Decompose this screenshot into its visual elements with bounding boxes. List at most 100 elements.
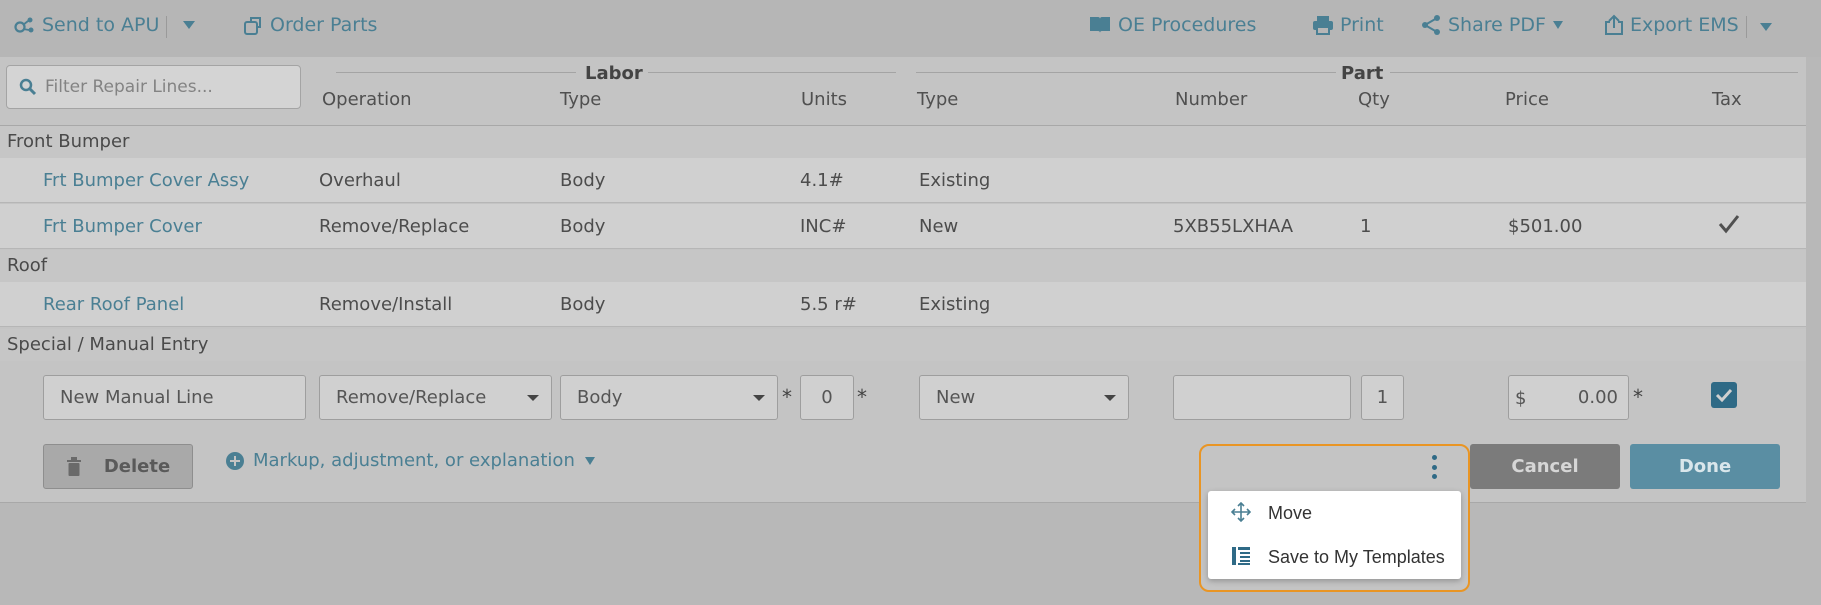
share-pdf-label: Share PDF (1448, 14, 1546, 36)
markup-label: Markup, adjustment, or explanation (253, 450, 575, 471)
done-button[interactable]: Done (1630, 444, 1780, 489)
export-ems-button[interactable]: Export EMS (1604, 14, 1739, 36)
column-header-units[interactable]: Units (801, 89, 847, 110)
table-row[interactable]: Rear Roof Panel Remove/Install Body 5.5 … (0, 282, 1806, 327)
search-icon (19, 78, 37, 96)
plus-circle-icon (226, 451, 244, 470)
print-button[interactable]: Print (1312, 14, 1384, 36)
section-title: Special / Manual Entry (7, 334, 209, 355)
line-part-number: 5XB55LXHAA (1173, 216, 1294, 237)
required-asterisk: * (857, 385, 867, 409)
price-value: 0.00 (1577, 387, 1618, 408)
tax-check-icon (1718, 215, 1740, 234)
part-number-input[interactable] (1173, 375, 1351, 420)
line-part-type: Existing (919, 294, 991, 315)
export-ems-label: Export EMS (1630, 14, 1739, 36)
printer-icon (1313, 16, 1333, 35)
labor-group-line-right (648, 72, 896, 73)
column-header-tax[interactable]: Tax (1712, 89, 1742, 110)
order-parts-icon (244, 17, 261, 35)
description-input[interactable]: New Manual Line (43, 375, 306, 420)
price-input[interactable]: $ 0.00 (1508, 375, 1629, 420)
section-header: Roof (0, 250, 1806, 282)
line-units: INC# (800, 216, 847, 237)
operation-select[interactable]: Remove/Replace (319, 375, 552, 420)
part-group-title: Part (1341, 63, 1384, 84)
part-group-line-right (1390, 72, 1798, 73)
line-part-type: New (919, 216, 959, 237)
caret-down-icon (584, 456, 595, 465)
column-header-labor-type[interactable]: Type (560, 89, 601, 110)
caret-down-icon (183, 21, 195, 29)
units-input[interactable]: 0 (800, 375, 854, 420)
context-menu: Move Save to My Templates (1208, 491, 1461, 579)
menu-item-label: Save to My Templates (1268, 547, 1445, 567)
line-description-link[interactable]: Rear Roof Panel (43, 294, 184, 315)
send-to-apu-label: Send to APU (42, 14, 160, 36)
required-asterisk: * (1633, 385, 1643, 409)
oe-procedures-button[interactable]: OE Procedures (1088, 14, 1256, 36)
cancel-button[interactable]: Cancel (1470, 444, 1620, 489)
line-price: $501.00 (1508, 216, 1583, 237)
send-apu-icon (14, 17, 34, 33)
order-parts-label: Order Parts (270, 14, 378, 36)
line-labor-type: Body (560, 170, 606, 191)
tax-checkbox[interactable] (1711, 382, 1737, 408)
line-units: 4.1# (800, 170, 844, 191)
line-qty: 1 (1360, 216, 1372, 237)
part-group-line-left (916, 72, 1336, 73)
labor-type-select[interactable]: Body (560, 375, 778, 420)
part-type-select[interactable]: New (919, 375, 1129, 420)
oe-procedures-label: OE Procedures (1118, 14, 1257, 36)
caret-down-icon (1552, 21, 1563, 29)
delete-label: Delete (103, 456, 171, 477)
more-options-icon[interactable] (1426, 452, 1442, 482)
section-header: Special / Manual Entry (0, 329, 1806, 361)
line-labor-type: Body (560, 216, 606, 237)
share-pdf-button[interactable]: Share PDF (1420, 14, 1564, 36)
column-header-part-type[interactable]: Type (917, 89, 958, 110)
toolbar-divider (1746, 16, 1747, 38)
line-operation: Overhaul (319, 170, 401, 191)
table-row[interactable]: Frt Bumper Cover Assy Overhaul Body 4.1#… (0, 158, 1806, 203)
order-parts-button[interactable]: Order Parts (242, 14, 377, 36)
labor-group-title: Labor (585, 63, 643, 84)
book-icon (1090, 17, 1110, 33)
column-header-price[interactable]: Price (1505, 89, 1549, 110)
repair-lines-panel: Labor Part Operation Type Units Type Num… (0, 57, 1806, 503)
trash-icon (66, 456, 81, 476)
column-header-qty[interactable]: Qty (1358, 89, 1390, 110)
toolbar-divider (166, 16, 167, 38)
labor-group-line-left (336, 72, 576, 73)
section-title: Front Bumper (7, 131, 130, 152)
caret-down-icon (1760, 23, 1772, 31)
filter-box[interactable] (6, 65, 301, 109)
markup-dropdown[interactable]: Markup, adjustment, or explanation (226, 450, 596, 471)
line-description-link[interactable]: Frt Bumper Cover (43, 216, 202, 237)
line-units: 5.5 r# (800, 294, 857, 315)
export-icon (1605, 14, 1623, 35)
column-header-number[interactable]: Number (1175, 89, 1247, 110)
delete-button[interactable]: Delete (43, 444, 193, 489)
send-to-apu-button[interactable]: Send to APU (14, 14, 159, 36)
share-icon (1422, 15, 1440, 35)
line-labor-type: Body (560, 294, 606, 315)
toolbar: Send to APU Order Parts OE Procedures Pr… (0, 0, 1821, 57)
line-description-link[interactable]: Frt Bumper Cover Assy (43, 170, 249, 191)
currency-symbol: $ (1515, 388, 1527, 409)
qty-input[interactable]: 1 (1361, 375, 1404, 420)
filter-input[interactable] (45, 77, 295, 97)
line-operation: Remove/Install (319, 294, 453, 315)
template-icon (1232, 547, 1250, 565)
send-to-apu-dropdown[interactable] (182, 20, 196, 30)
print-label: Print (1340, 14, 1384, 36)
section-header: Front Bumper (0, 126, 1806, 158)
line-operation: Remove/Replace (319, 216, 470, 237)
menu-item-label: Move (1268, 503, 1313, 523)
export-ems-dropdown[interactable] (1759, 22, 1773, 32)
line-part-type: Existing (919, 170, 991, 191)
menu-item-move[interactable]: Move (1208, 491, 1461, 535)
menu-item-save-template[interactable]: Save to My Templates (1208, 535, 1461, 579)
table-row[interactable]: Frt Bumper Cover Remove/Replace Body INC… (0, 204, 1806, 249)
column-header-operation[interactable]: Operation (322, 89, 412, 110)
